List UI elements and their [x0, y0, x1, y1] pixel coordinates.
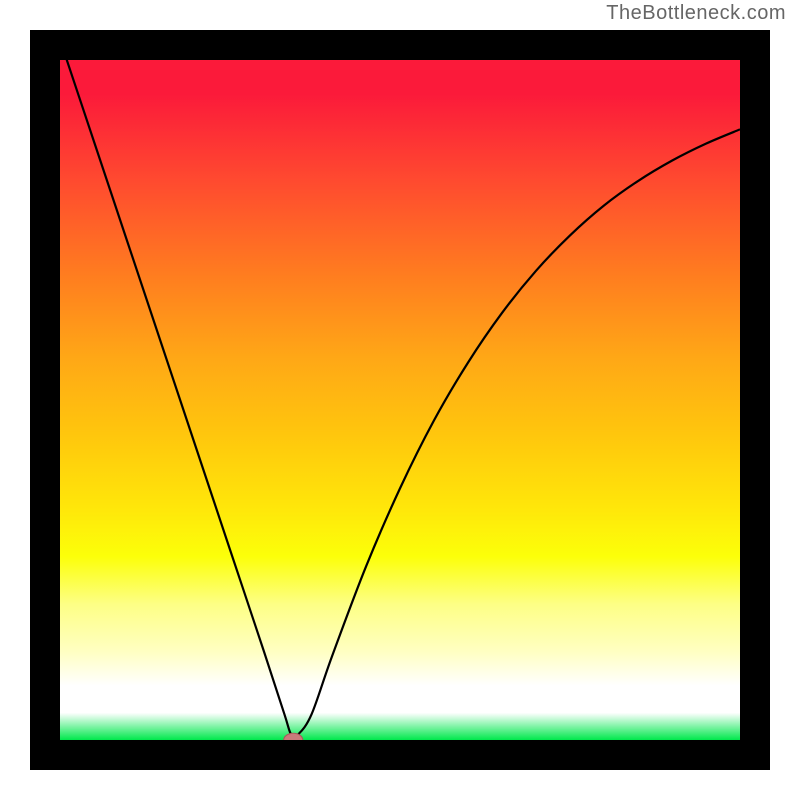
plot-svg: [60, 60, 740, 740]
plot-frame: [30, 30, 770, 770]
watermark-text: TheBottleneck.com: [606, 2, 786, 25]
bottleneck-chart-figure: TheBottleneck.com: [0, 0, 800, 800]
plot-gradient-bg: [60, 60, 740, 740]
bottleneck-curve: [60, 60, 740, 737]
min-marker: [284, 733, 303, 740]
